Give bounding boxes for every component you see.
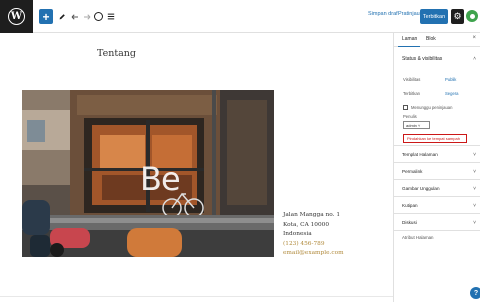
preview-button[interactable]: Pratinjau [398,11,420,17]
tab-block[interactable]: Blok [426,36,436,42]
list-view-icon[interactable] [106,9,116,24]
close-icon[interactable]: × [472,35,476,41]
tab-page[interactable]: Laman [402,36,417,42]
phone-link[interactable]: (123) 456-789 [283,240,344,250]
wordpress-icon: W [8,8,25,25]
chevron-up-icon[interactable]: ˄ [473,56,476,62]
pending-review-label: Menunggu peninjauan [411,105,453,110]
page-title[interactable]: Tentang [0,48,233,59]
cover-overlay-text: Be [140,160,181,198]
wordpress-logo-button[interactable]: W [0,0,33,33]
chevron-down-icon: ˅ [473,169,476,175]
address-line: Jalan Mangga no. 1 [283,212,341,218]
jetpack-icon[interactable] [466,10,478,22]
chevron-down-icon: ˅ [473,152,476,158]
chevron-down-icon: ˅ [473,220,476,226]
panel-heading: Kutipan [402,203,418,208]
status-visibility-panel: Status & visibilitas ˄ Visibilitas Publi… [394,47,480,146]
visibility-label: Visibilitas [403,77,421,82]
help-icon[interactable]: ? [470,287,480,299]
settings-sidebar: Laman Blok × Status & visibilitas ˄ Visi… [393,33,480,302]
panel-excerpt[interactable]: Kutipan ˅ [394,197,480,214]
pencil-icon[interactable] [57,9,67,24]
settings-gear-icon[interactable]: ⚙ [451,9,464,24]
publish-button[interactable]: Terbitkan [420,9,448,24]
visibility-toggle[interactable]: Publik [445,77,456,82]
panel-featured-image[interactable]: Gambar Unggulan ˅ [394,180,480,197]
address-line: Kota, CA 10000 [283,221,330,228]
address-block[interactable]: Jalan Mangga no. 1 Kota, CA 10000 Indone… [283,211,344,259]
chevron-down-icon: ˅ [473,186,476,192]
panel-heading: Gambar Unggulan [402,186,440,191]
panel-discussion[interactable]: Diskusi ˅ [394,214,480,231]
address-line: Indonesia [283,231,312,238]
footer-breadcrumb-bar [0,296,393,302]
sidebar-tabs: Laman Blok × [394,33,480,47]
email-link[interactable]: email@example.com [283,249,344,259]
redo-icon[interactable] [82,9,92,24]
move-to-trash-button[interactable]: Pindahkan ke tempat sampah [403,134,467,143]
undo-icon[interactable] [70,9,80,24]
panel-permalink[interactable]: Permalink ˅ [394,163,480,180]
author-label: Penulis [403,114,417,119]
add-block-button[interactable]: + [39,9,53,24]
editor-toolbar: W + Simpan draf Pratinjau Terbitkan ⚙ [0,0,480,33]
panel-heading: Templat Halaman [402,152,438,157]
cover-image-block[interactable]: Be [22,90,274,257]
chevron-down-icon: ˅ [473,203,476,209]
info-icon[interactable] [93,9,104,24]
pending-review-checkbox[interactable] [403,105,408,110]
panel-page-attributes[interactable]: Atribut Halaman [402,235,433,240]
status-heading[interactable]: Status & visibilitas [402,56,442,62]
publish-date-toggle[interactable]: Segera [445,91,459,96]
panel-heading: Permalink [402,169,423,174]
editor-canvas[interactable]: Tentang Be Jalan Mangga no. 1 Kota, CA 1… [0,33,393,302]
author-select[interactable]: admin ˅ [403,121,430,129]
publish-date-label: Terbitkan [403,91,420,96]
panel-page-template[interactable]: Templat Halaman ˅ [394,146,480,163]
save-draft-button[interactable]: Simpan draf [368,11,398,17]
panel-heading: Diskusi [402,220,417,225]
